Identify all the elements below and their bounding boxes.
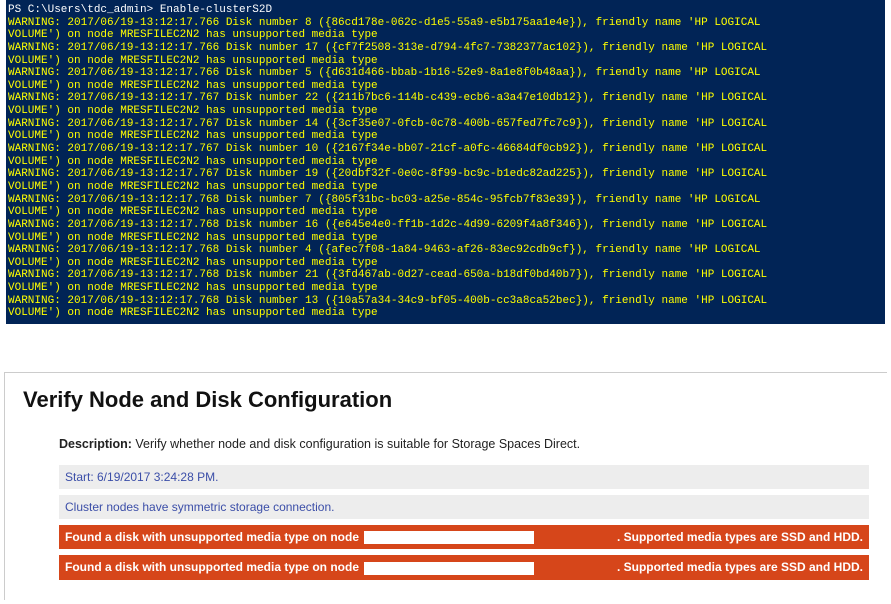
redacted-node (364, 531, 534, 544)
ps-prompt: PS C:\Users\tdc_admin> Enable-clusterS2D (8, 4, 272, 16)
report-title: Verify Node and Disk Configuration (23, 387, 869, 413)
start-row: Start: 6/19/2017 3:24:28 PM. (59, 465, 869, 489)
redacted-node (364, 562, 534, 575)
error-row: Found a disk with unsupported media type… (59, 525, 869, 549)
error-row: Found a disk with unsupported media type… (59, 555, 869, 579)
symmetric-row: Cluster nodes have symmetric storage con… (59, 495, 869, 519)
description: Description: Verify whether node and dis… (59, 437, 869, 451)
validation-report: Verify Node and Disk Configuration Descr… (4, 372, 887, 600)
powershell-console: PS C:\Users\tdc_admin> Enable-clusterS2D… (6, 0, 885, 324)
